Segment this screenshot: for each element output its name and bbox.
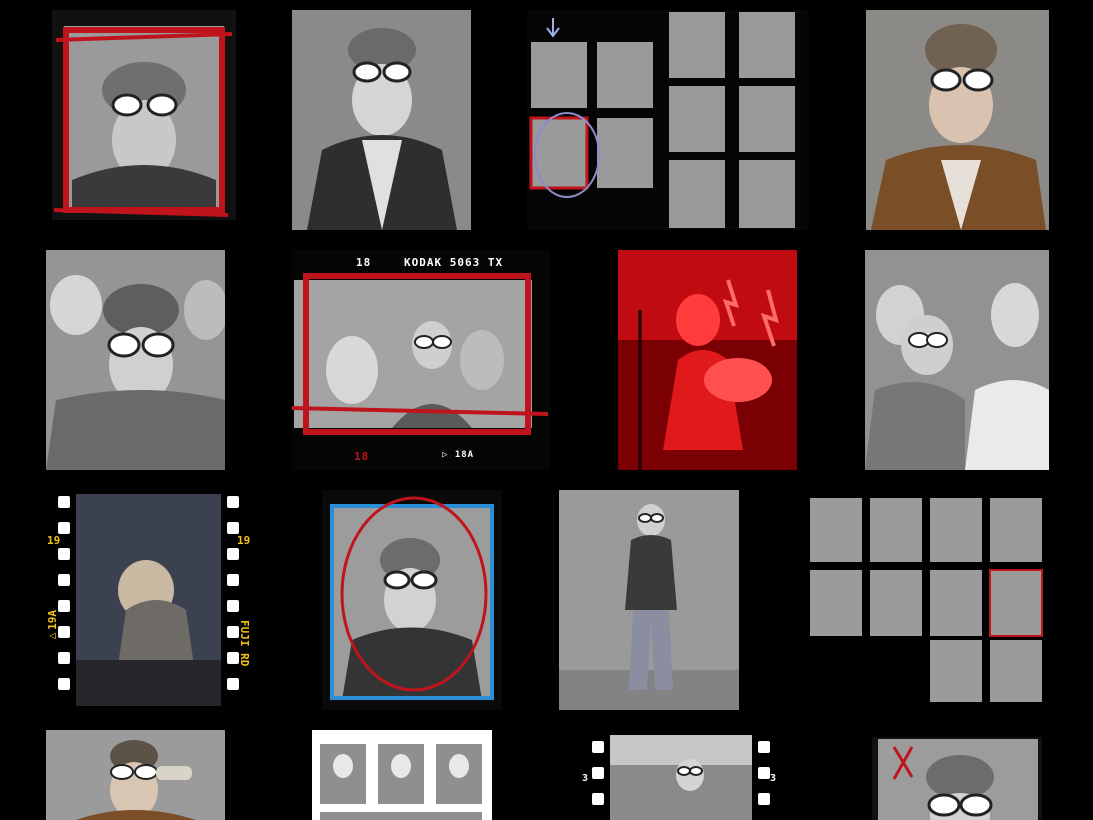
fuji-left-number: 19 <box>47 534 61 547</box>
photo-contact-sheet-pair[interactable] <box>527 10 809 230</box>
photo-portrait-blue-red-marks-image <box>330 496 494 700</box>
photo-portrait-looking-up-image <box>307 28 457 230</box>
photo-portrait-drinking[interactable] <box>46 730 225 820</box>
photo-red-stage-guitar[interactable] <box>618 250 797 470</box>
photo-portrait-red-x[interactable] <box>872 737 1042 820</box>
fuji-right-number: 19 <box>237 534 251 547</box>
photo-contact-sheet-white[interactable] <box>312 730 492 820</box>
photo-street-film-strip[interactable]: 3 3 <box>580 735 782 820</box>
photo-contact-sheet-pair-image <box>529 12 795 228</box>
photo-street-film-strip-image <box>592 735 770 820</box>
photo-contact-sheet-grid[interactable] <box>806 490 1049 705</box>
photo-street-crowd-kodak-image <box>292 273 549 435</box>
photo-portrait-drinking-image <box>76 740 196 820</box>
photo-band-trio-hats[interactable] <box>46 250 225 470</box>
photo-fuji-film-strip[interactable]: 19 19 ▷19A FUJI RD <box>46 490 251 710</box>
kodak-bottom-number: 18 <box>354 450 370 463</box>
street-right-number: 3 <box>770 773 778 784</box>
photo-portrait-red-frame[interactable] <box>52 10 236 220</box>
fuji-brand-label: FUJI RD <box>238 620 251 667</box>
photo-fuji-film-strip-image <box>58 494 239 706</box>
photo-portrait-blue-red-marks[interactable] <box>322 490 502 710</box>
kodak-bottom-mark: ▷ 18A <box>442 450 475 460</box>
kodak-frame-number: 18 <box>356 256 372 269</box>
photo-portrait-red-x-image <box>878 739 1038 820</box>
photo-red-stage-guitar-image <box>618 250 797 470</box>
photo-band-trio-grey-image <box>865 283 1049 470</box>
photo-band-trio-hats-image <box>46 275 225 470</box>
photo-portrait-color-smoking[interactable] <box>866 10 1049 230</box>
street-left-number: 3 <box>582 773 590 784</box>
photo-contact-sheet-white-image <box>320 744 482 820</box>
photo-street-crowd-kodak[interactable]: 18 KODAK 5063 TX 18 ▷ 18A <box>292 250 550 470</box>
photo-full-body-standing-image <box>559 504 739 710</box>
photo-portrait-color-smoking-image <box>871 24 1046 230</box>
photo-portrait-red-frame-image <box>53 26 233 217</box>
photo-contact-sheet-grid-image <box>810 498 1043 702</box>
kodak-brand-label: KODAK 5063 TX <box>404 256 504 269</box>
photo-band-trio-grey[interactable] <box>865 250 1049 470</box>
fuji-left-mark: ▷19A <box>46 610 59 643</box>
photo-portrait-looking-up[interactable] <box>292 10 471 230</box>
photo-full-body-standing[interactable] <box>559 490 739 710</box>
